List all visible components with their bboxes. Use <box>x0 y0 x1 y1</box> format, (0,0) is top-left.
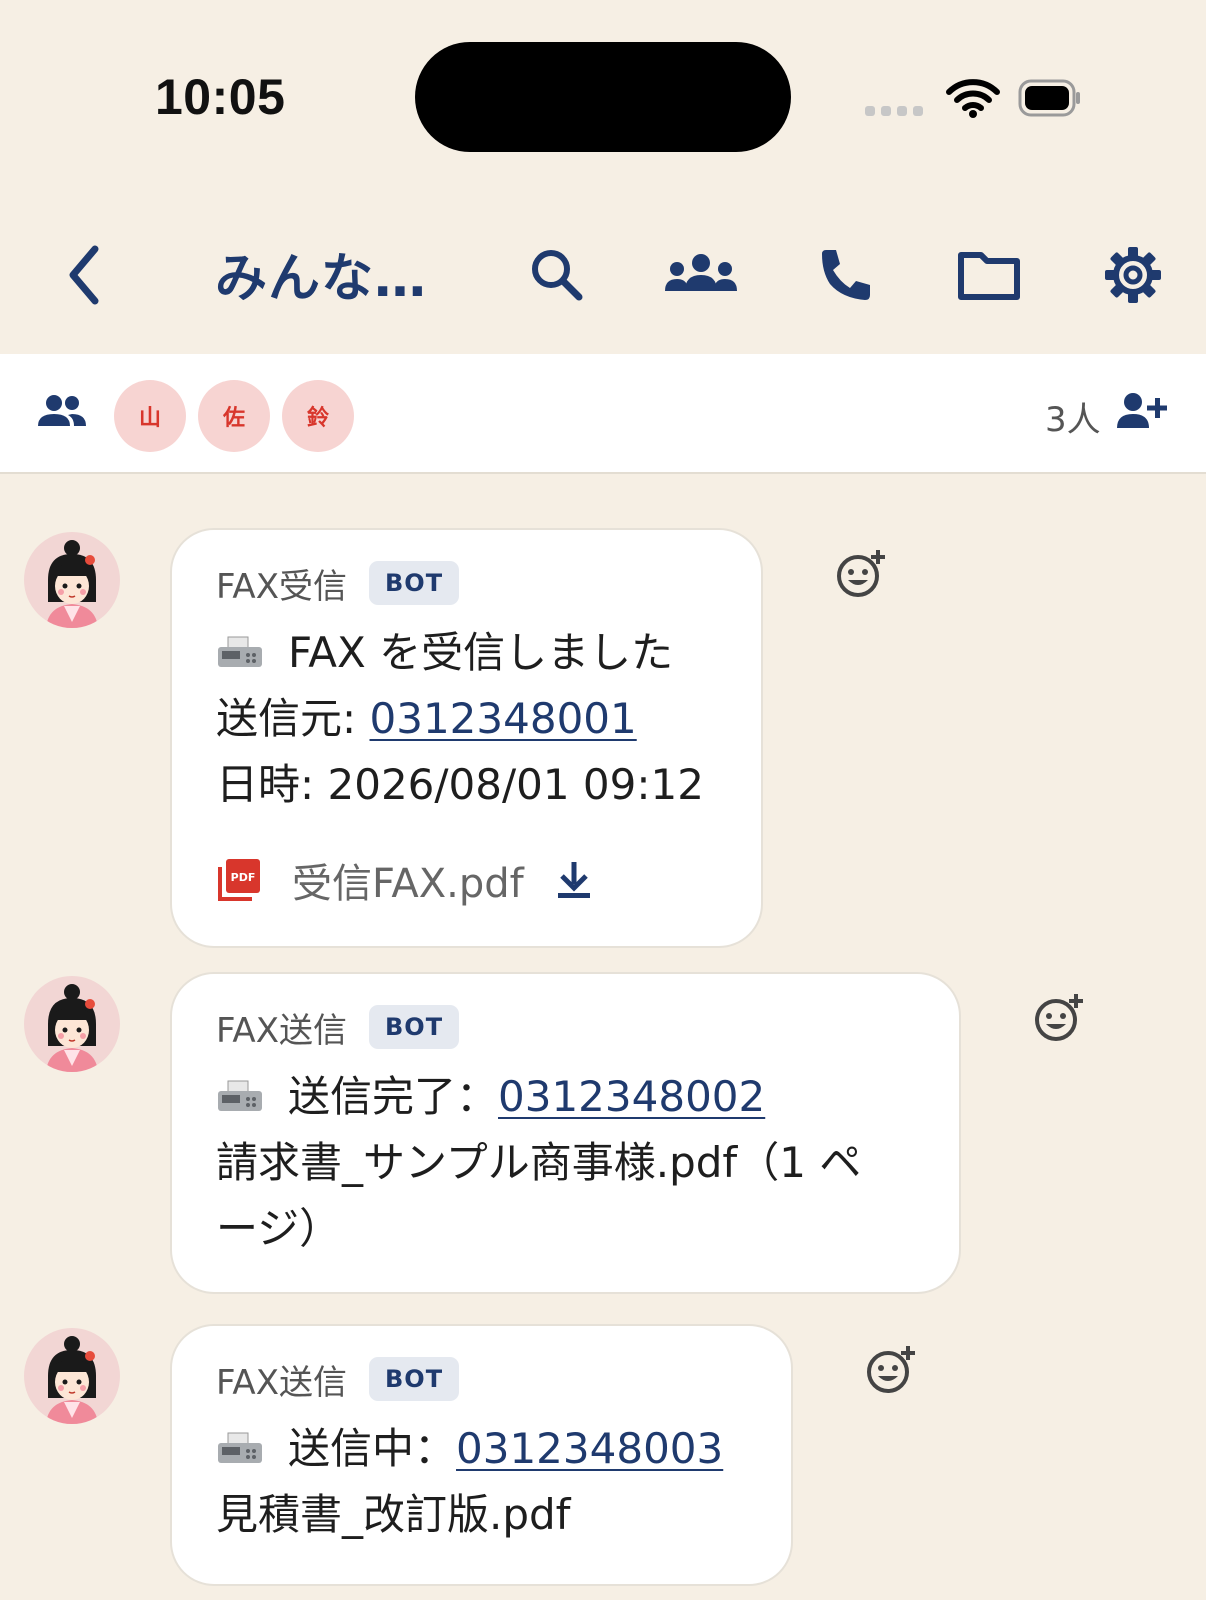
battery-icon <box>1018 79 1080 117</box>
kokeshi-avatar-icon <box>46 540 98 628</box>
sender-name: FAX送信 <box>216 1362 347 1403</box>
call-button[interactable] <box>800 230 890 320</box>
clock: 10:05 <box>155 69 286 125</box>
folder-button[interactable] <box>944 230 1034 320</box>
members-bar: 山 佐 鈴 3人 <box>0 354 1206 474</box>
settings-button[interactable] <box>1088 230 1178 320</box>
kokeshi-avatar-icon <box>46 1336 98 1424</box>
bot-badge: BOT <box>369 1005 460 1049</box>
download-icon <box>557 862 590 898</box>
phone-icon <box>822 250 870 300</box>
bot-avatar[interactable] <box>24 976 120 1072</box>
message-bubble[interactable]: FAX送信 BOT 送信中：0312348003 見積書_改訂版.pdf <box>170 1324 793 1586</box>
fax-icon <box>218 1432 262 1463</box>
message-bubble[interactable]: FAX送信 BOT 送信完了：0312348002 請求書_サンプル商事様.pd… <box>170 972 961 1294</box>
bot-badge: BOT <box>369 561 460 605</box>
folder-icon <box>958 252 1020 300</box>
search-button[interactable] <box>512 230 602 320</box>
chat-header <box>0 200 1206 350</box>
sender-name: FAX送信 <box>216 1010 347 1051</box>
member-count: 3人 <box>1045 400 1101 440</box>
add-reaction-button[interactable] <box>1030 988 1090 1048</box>
chat-title[interactable]: みんな… <box>215 236 427 311</box>
bot-avatar[interactable] <box>24 532 120 628</box>
pdf-icon: PDF <box>218 859 260 901</box>
add-reaction-icon <box>837 550 885 597</box>
back-button[interactable] <box>40 230 130 320</box>
sender-label: 送信元: <box>216 694 370 743</box>
phone-number-link[interactable]: 0312348003 <box>456 1424 723 1473</box>
members-icon <box>38 395 86 426</box>
member-avatar[interactable]: 鈴 <box>282 380 354 452</box>
message-bubble[interactable]: FAX受信 BOT FAX を受信しました 送信元: 0312348001 日時… <box>170 528 763 948</box>
back-icon <box>69 245 99 305</box>
bot-avatar[interactable] <box>24 1328 120 1424</box>
group-icon <box>665 254 737 291</box>
search-icon <box>532 250 583 301</box>
phone-number-link[interactable]: 0312348001 <box>370 694 637 743</box>
bot-badge: BOT <box>369 1357 460 1401</box>
kokeshi-avatar-icon <box>46 984 98 1072</box>
member-avatar[interactable]: 佐 <box>198 380 270 452</box>
timestamp-text: 日時: 2026/08/01 09:12 <box>216 760 704 809</box>
dynamic-island <box>415 42 791 152</box>
add-reaction-button[interactable] <box>832 544 892 604</box>
message-text: ージ） <box>216 1204 342 1253</box>
add-reaction-icon <box>1035 994 1083 1041</box>
add-reaction-button[interactable] <box>862 1340 922 1400</box>
cellular-signal-icon <box>865 106 923 116</box>
message-text: 請求書_サンプル商事様.pdf（1 ペ <box>216 1138 862 1187</box>
attachment[interactable]: PDF 受信FAX.pdf <box>216 851 717 909</box>
status-label: 送信中： <box>288 1424 457 1473</box>
phone-number-link[interactable]: 0312348002 <box>498 1072 765 1121</box>
member-avatar[interactable]: 山 <box>114 380 186 452</box>
download-button[interactable] <box>556 860 592 900</box>
gear-icon <box>1105 247 1161 303</box>
svg-text:PDF: PDF <box>231 871 256 884</box>
fax-icon <box>218 1080 262 1111</box>
status-bar: 10:05 <box>0 0 1206 190</box>
add-member-icon[interactable] <box>1115 390 1167 434</box>
add-reaction-icon <box>867 1346 915 1393</box>
fax-icon <box>218 636 262 667</box>
message-text: 見積書_改訂版.pdf <box>216 1490 571 1539</box>
group-button[interactable] <box>656 230 746 320</box>
sender-name: FAX受信 <box>216 566 347 607</box>
wifi-icon <box>946 79 1000 118</box>
status-label: 送信完了： <box>288 1072 499 1121</box>
attachment-name[interactable]: 受信FAX.pdf <box>292 851 524 909</box>
message-text: FAX を受信しました <box>288 628 674 677</box>
